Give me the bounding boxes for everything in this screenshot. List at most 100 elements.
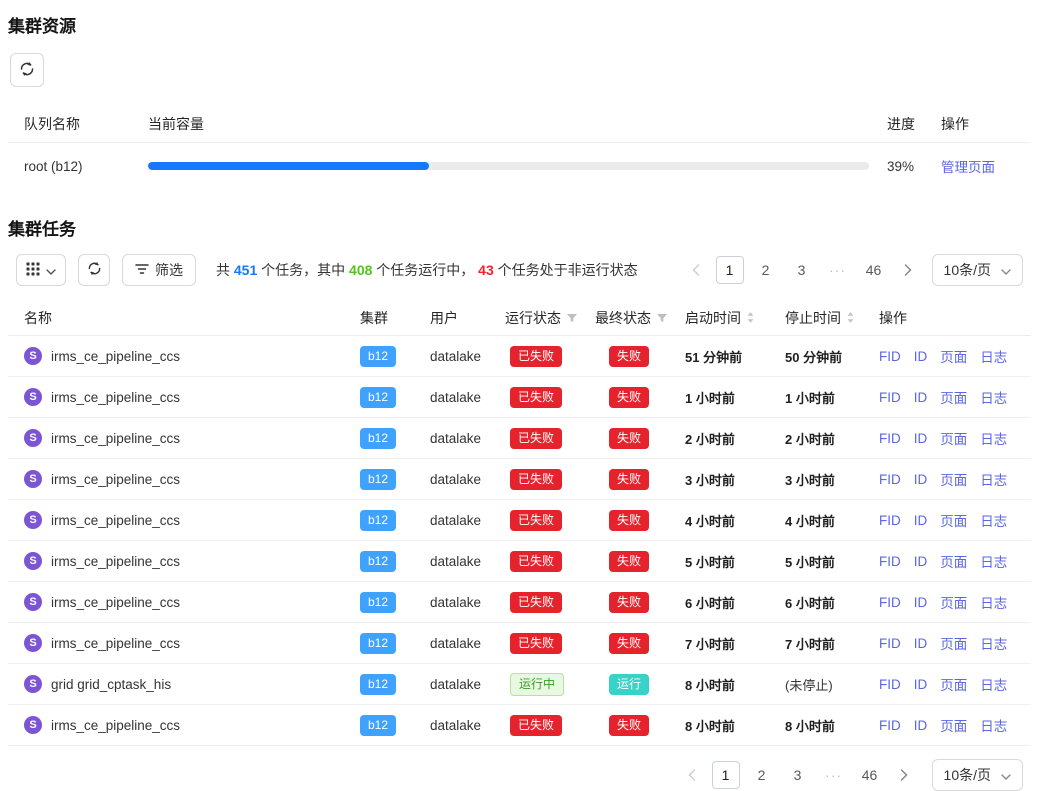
page-link[interactable]: 页面 (940, 592, 967, 612)
header-start-time: 启动时间 (685, 308, 785, 328)
prev-page-button[interactable] (684, 256, 708, 284)
table-row: S irms_ce_pipeline_ccs b12 datalake 已失败 … (8, 459, 1031, 500)
task-name-cell: S irms_ce_pipeline_ccs (24, 470, 360, 488)
fid-link[interactable]: FID (879, 677, 901, 692)
page-ellipsis[interactable]: ··· (820, 761, 848, 789)
page-button[interactable]: 1 (716, 256, 744, 284)
fid-link[interactable]: FID (879, 595, 901, 610)
page-link[interactable]: 页面 (940, 633, 967, 653)
stop-time-sort-icon[interactable] (846, 311, 855, 324)
page-button[interactable]: 2 (752, 256, 780, 284)
log-link[interactable]: 日志 (980, 469, 1007, 489)
run-status-cell: 已失败 (505, 510, 595, 531)
id-link[interactable]: ID (914, 390, 928, 405)
next-page-button[interactable] (896, 256, 920, 284)
page-size-select[interactable]: 10条/页 (932, 759, 1023, 791)
user-cell: datalake (430, 349, 505, 364)
column-settings-dropdown[interactable] (16, 254, 66, 286)
page-ellipsis[interactable]: ··· (824, 256, 852, 284)
tasks-footer: 1 2 3 ··· 46 10条/页 (8, 746, 1031, 791)
id-link[interactable]: ID (914, 349, 928, 364)
log-link[interactable]: 日志 (980, 428, 1007, 448)
log-link[interactable]: 日志 (980, 551, 1007, 571)
manage-page-link[interactable]: 管理页面 (941, 160, 995, 175)
page-link[interactable]: 页面 (940, 469, 967, 489)
page-link[interactable]: 页面 (940, 387, 967, 407)
id-link[interactable]: ID (914, 472, 928, 487)
fid-link[interactable]: FID (879, 390, 901, 405)
fid-link[interactable]: FID (879, 513, 901, 528)
page-link[interactable]: 页面 (940, 428, 967, 448)
next-page-button[interactable] (892, 761, 916, 789)
log-link[interactable]: 日志 (980, 592, 1007, 612)
fid-link[interactable]: FID (879, 472, 901, 487)
table-row: S irms_ce_pipeline_ccs b12 datalake 已失败 … (8, 705, 1031, 746)
page-size-label: 10条/页 (944, 260, 991, 280)
task-name: irms_ce_pipeline_ccs (51, 595, 180, 610)
page-button[interactable]: 46 (860, 256, 888, 284)
tasks-refresh-button[interactable] (78, 254, 110, 286)
id-link[interactable]: ID (914, 513, 928, 528)
resources-refresh-button[interactable] (10, 53, 44, 87)
page-button[interactable]: 2 (748, 761, 776, 789)
page-button[interactable]: 46 (856, 761, 884, 789)
task-name-cell: S irms_ce_pipeline_ccs (24, 593, 360, 611)
page-link[interactable]: 页面 (940, 551, 967, 571)
spark-app-icon: S (24, 593, 42, 611)
stop-time: 2 小时前 (785, 429, 879, 448)
id-link[interactable]: ID (914, 677, 928, 692)
fid-link[interactable]: FID (879, 636, 901, 651)
page-size-select[interactable]: 10条/页 (932, 254, 1023, 286)
user-cell: datalake (430, 554, 505, 569)
prev-page-button[interactable] (680, 761, 704, 789)
fid-link[interactable]: FID (879, 431, 901, 446)
header-run-status: 运行状态 (505, 308, 595, 328)
spark-app-icon: S (24, 675, 42, 693)
resource-row: root (b12) 39% 管理页面 (8, 143, 1031, 189)
chevron-down-icon (46, 262, 56, 278)
user-cell: datalake (430, 677, 505, 692)
header-resource-action: 操作 (929, 114, 1015, 134)
header-current-capacity: 当前容量 (148, 114, 869, 134)
cluster-resources-title: 集群资源 (8, 12, 1031, 37)
page-link[interactable]: 页面 (940, 674, 967, 694)
page-button[interactable]: 3 (788, 256, 816, 284)
log-link[interactable]: 日志 (980, 674, 1007, 694)
page-button[interactable]: 3 (784, 761, 812, 789)
id-link[interactable]: ID (914, 431, 928, 446)
log-link[interactable]: 日志 (980, 715, 1007, 735)
cluster-badge: b12 (360, 551, 396, 572)
log-link[interactable]: 日志 (980, 510, 1007, 530)
spark-app-icon: S (24, 388, 42, 406)
spark-app-icon: S (24, 347, 42, 365)
grid-icon (26, 262, 40, 279)
table-row: S irms_ce_pipeline_ccs b12 datalake 已失败 … (8, 541, 1031, 582)
page-link[interactable]: 页面 (940, 346, 967, 366)
start-time: 8 小时前 (685, 716, 785, 735)
final-status-badge: 失败 (609, 346, 649, 367)
run-status-filter-icon[interactable] (566, 312, 578, 324)
log-link[interactable]: 日志 (980, 633, 1007, 653)
id-link[interactable]: ID (914, 718, 928, 733)
stop-time: 50 分钟前 (785, 347, 879, 366)
start-time-sort-icon[interactable] (746, 311, 755, 324)
id-link[interactable]: ID (914, 554, 928, 569)
id-link[interactable]: ID (914, 595, 928, 610)
cluster-cell: b12 (360, 592, 430, 613)
page-link[interactable]: 页面 (940, 715, 967, 735)
fid-link[interactable]: FID (879, 349, 901, 364)
pagination-bottom: 1 2 3 ··· 46 (680, 761, 916, 789)
stop-time: 7 小时前 (785, 634, 879, 653)
spark-app-icon: S (24, 511, 42, 529)
filter-button[interactable]: 筛选 (122, 254, 196, 286)
page-button[interactable]: 1 (712, 761, 740, 789)
fid-link[interactable]: FID (879, 718, 901, 733)
final-status-filter-icon[interactable] (656, 312, 668, 324)
fid-link[interactable]: FID (879, 554, 901, 569)
page-link[interactable]: 页面 (940, 510, 967, 530)
id-link[interactable]: ID (914, 636, 928, 651)
log-link[interactable]: 日志 (980, 387, 1007, 407)
start-time: 5 小时前 (685, 552, 785, 571)
user-cell: datalake (430, 390, 505, 405)
log-link[interactable]: 日志 (980, 346, 1007, 366)
